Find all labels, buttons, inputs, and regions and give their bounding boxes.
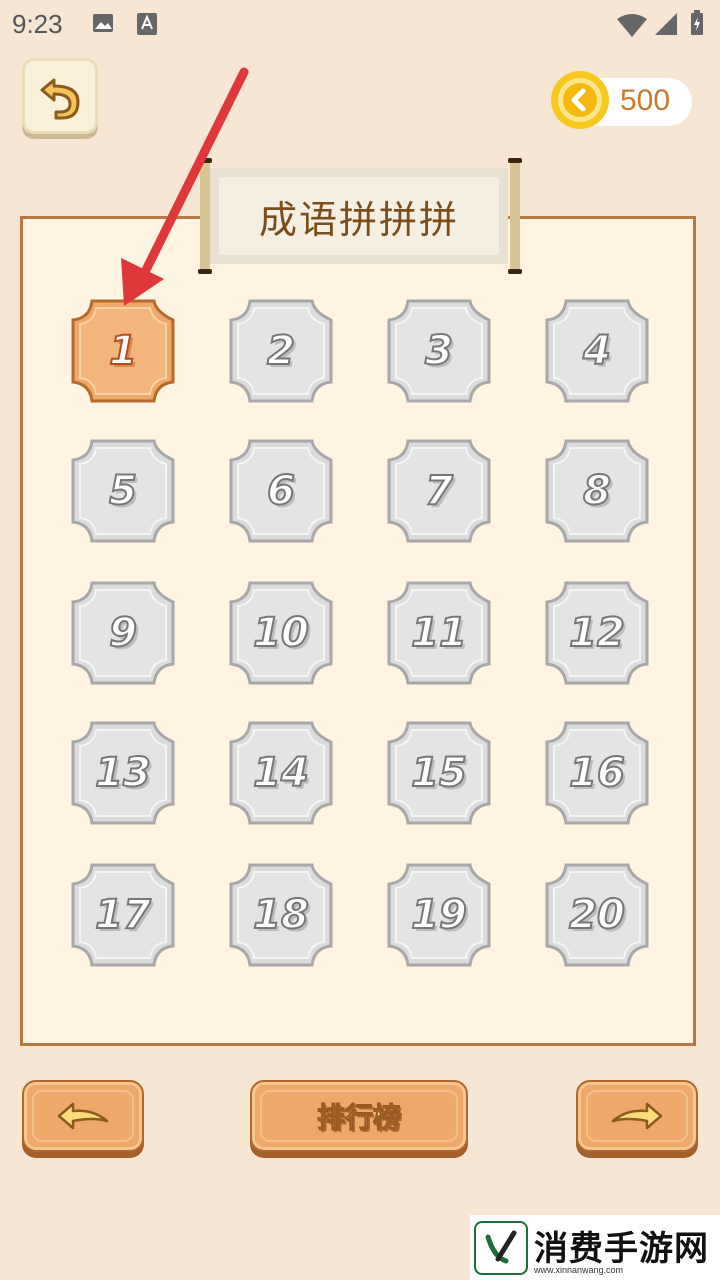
level-tile-5[interactable]: 5 — [70, 438, 176, 544]
battery-icon — [690, 10, 704, 41]
level-tile-18[interactable]: 18 — [228, 862, 334, 968]
level-number: 13 — [94, 749, 152, 797]
level-number: 18 — [252, 891, 310, 939]
a-icon — [136, 12, 158, 41]
level-tile-15[interactable]: 15 — [386, 720, 492, 826]
level-number: 5 — [108, 467, 138, 515]
watermark-url: www.xinnanwang.com — [534, 1265, 624, 1275]
status-time: 9:23 — [12, 9, 63, 39]
watermark-text: 消费手游网 — [534, 1229, 709, 1269]
level-number: 10 — [252, 609, 310, 657]
level-number: 11 — [410, 609, 468, 657]
wifi-icon — [616, 14, 648, 43]
back-button[interactable] — [22, 58, 98, 134]
level-tile-1[interactable]: 1 — [70, 298, 176, 404]
level-number: 3 — [424, 327, 454, 375]
level-tile-2[interactable]: 2 — [228, 298, 334, 404]
level-tile-7[interactable]: 7 — [386, 438, 492, 544]
level-number: 20 — [568, 891, 626, 939]
level-number: 6 — [266, 467, 296, 515]
level-number: 15 — [410, 749, 468, 797]
coin-count: 500 — [620, 84, 671, 117]
prev-page-button[interactable] — [22, 1080, 144, 1152]
level-number: 8 — [582, 467, 612, 515]
watermark: 消费手游网 www.xinnanwang.com — [470, 1215, 720, 1280]
level-tile-10[interactable]: 10 — [228, 580, 334, 686]
level-number: 12 — [568, 609, 626, 657]
leaderboard-label: 排行榜 — [316, 1101, 401, 1135]
level-tile-11[interactable]: 11 — [386, 580, 492, 686]
level-number: 17 — [94, 891, 152, 939]
level-number: 9 — [108, 609, 138, 657]
signal-icon — [654, 12, 678, 41]
watermark-logo-icon — [474, 1221, 528, 1275]
status-bar: 9:23 — [0, 0, 720, 50]
leaderboard-button[interactable]: 排行榜 — [250, 1080, 468, 1152]
level-number: 7 — [424, 467, 454, 515]
level-number: 4 — [582, 327, 612, 375]
level-tile-8[interactable]: 8 — [544, 438, 650, 544]
level-tile-4[interactable]: 4 — [544, 298, 650, 404]
coin-icon — [551, 71, 609, 129]
arrow-left-icon — [57, 1102, 109, 1130]
level-number: 1 — [108, 327, 138, 375]
level-tile-3[interactable]: 3 — [386, 298, 492, 404]
level-tile-12[interactable]: 12 — [544, 580, 650, 686]
level-tile-20[interactable]: 20 — [544, 862, 650, 968]
level-tile-19[interactable]: 19 — [386, 862, 492, 968]
scroll-rod-left — [198, 158, 212, 274]
level-tile-9[interactable]: 9 — [70, 580, 176, 686]
back-arrow-icon — [40, 78, 80, 120]
scroll-rod-right — [508, 158, 522, 274]
arrow-right-icon — [611, 1102, 663, 1130]
level-tile-16[interactable]: 16 — [544, 720, 650, 826]
level-tile-6[interactable]: 6 — [228, 438, 334, 544]
scroll-paper: 成语拼拼拼 — [210, 168, 508, 264]
level-number: 16 — [568, 749, 626, 797]
level-tile-14[interactable]: 14 — [228, 720, 334, 826]
next-page-button[interactable] — [576, 1080, 698, 1152]
level-number: 2 — [266, 327, 296, 375]
title-scroll: 成语拼拼拼 — [198, 158, 522, 274]
level-number: 19 — [410, 891, 468, 939]
level-tile-17[interactable]: 17 — [70, 862, 176, 968]
page-title: 成语拼拼拼 — [219, 177, 499, 255]
image-icon — [92, 12, 114, 39]
level-tile-13[interactable]: 13 — [70, 720, 176, 826]
level-number: 14 — [252, 749, 310, 797]
